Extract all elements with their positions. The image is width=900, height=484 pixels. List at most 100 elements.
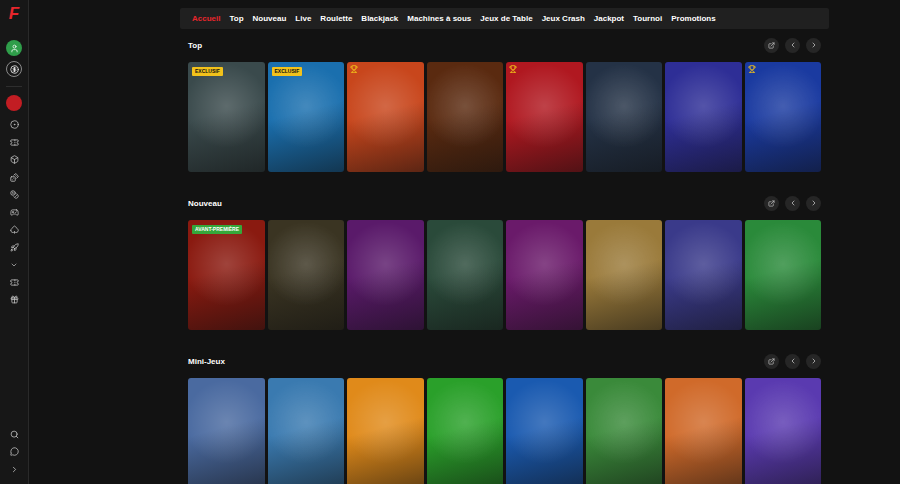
game-tile[interactable] [506, 62, 583, 172]
chevron-left-icon [789, 199, 797, 207]
game-tile[interactable] [586, 220, 663, 330]
nav-tab[interactable]: Jeux de Table [480, 9, 532, 28]
slots-icon [10, 155, 19, 164]
section-controls [764, 354, 821, 369]
brand-button[interactable] [6, 95, 22, 111]
next-button[interactable] [806, 354, 821, 369]
next-button[interactable] [806, 196, 821, 211]
nav-tab[interactable]: Live [295, 9, 311, 28]
game-tile[interactable] [427, 378, 504, 484]
game-section: Mini-Jeux [188, 352, 821, 484]
prev-button[interactable] [785, 196, 800, 211]
gift-icon [10, 295, 19, 304]
game-tile[interactable] [347, 378, 424, 484]
sections: Top EXCLUSIF EXCLUSIF Nouveau AVANT-PREMIÈRE… [180, 36, 829, 484]
nav-tab[interactable]: Tournoi [633, 9, 662, 28]
nav-tab[interactable]: Jackpot [594, 9, 624, 28]
game-tile[interactable] [745, 378, 822, 484]
trophy-icon [748, 65, 756, 73]
chevron-right-icon [810, 357, 818, 365]
roulette-icon [10, 120, 19, 129]
game-tile[interactable]: AVANT-PREMIÈRE [188, 220, 265, 330]
game-tile[interactable] [347, 220, 424, 330]
game-tile[interactable]: EXCLUSIF [188, 62, 265, 172]
logo[interactable]: F [9, 5, 19, 23]
sidebar-item[interactable] [6, 291, 22, 309]
game-tile[interactable] [427, 220, 504, 330]
search-icon [10, 430, 19, 439]
game-tile[interactable] [427, 62, 504, 172]
next-button[interactable] [806, 38, 821, 53]
main: Accueil Top Nouveau Live Roulette Blackjack Ma… [29, 0, 900, 484]
open-section-button[interactable] [764, 38, 779, 53]
prev-button[interactable] [785, 354, 800, 369]
chevron-left-icon [789, 357, 797, 365]
content: Accueil Top Nouveau Live Roulette Blackjack Ma… [180, 8, 829, 484]
game-section: Nouveau AVANT-PREMIÈRE [188, 194, 821, 330]
prev-button[interactable] [785, 38, 800, 53]
chevron-down-icon [10, 261, 18, 269]
chevron-right-icon [10, 465, 19, 474]
game-tile[interactable] [665, 378, 742, 484]
game-tile[interactable] [268, 378, 345, 484]
chat-button[interactable] [6, 443, 22, 461]
nav-tab[interactable]: Nouveau [253, 9, 287, 28]
game-tile[interactable] [665, 62, 742, 172]
section-controls [764, 38, 821, 53]
section-controls [764, 196, 821, 211]
sidebar-item[interactable] [6, 186, 22, 204]
section-header: Top [188, 36, 821, 54]
sidebar-item[interactable] [6, 116, 22, 134]
game-section: Top EXCLUSIF EXCLUSIF [188, 36, 821, 172]
game-tile[interactable] [188, 378, 265, 484]
nav-tab[interactable]: Blackjack [361, 9, 398, 28]
tile-badge: EXCLUSIF [272, 67, 303, 76]
account-button[interactable] [6, 40, 22, 56]
sidebar-bottom [6, 426, 22, 479]
dice-icon [10, 173, 19, 182]
open-section-button[interactable] [764, 354, 779, 369]
balance-button[interactable] [6, 61, 22, 77]
coin-icon [10, 65, 19, 74]
game-tile[interactable] [506, 378, 583, 484]
ticket-icon [10, 278, 19, 287]
sidebar-item[interactable] [6, 256, 22, 274]
game-tile[interactable] [586, 378, 663, 484]
sidebar-item[interactable] [6, 134, 22, 152]
sidebar-item[interactable] [6, 221, 22, 239]
sidebar-item[interactable] [6, 169, 22, 187]
nav-tab[interactable]: Roulette [320, 9, 352, 28]
section-header: Nouveau [188, 194, 821, 212]
game-tile[interactable]: EXCLUSIF [268, 62, 345, 172]
nav-tab[interactable]: Jeux Crash [542, 9, 585, 28]
tile-badge: AVANT-PREMIÈRE [192, 225, 242, 234]
game-tile[interactable] [268, 220, 345, 330]
game-tile[interactable] [347, 62, 424, 172]
chevron-right-icon [810, 41, 818, 49]
tile-row: AVANT-PREMIÈRE [188, 220, 821, 330]
external-link-icon [768, 200, 775, 207]
user-icon [10, 44, 19, 53]
sidebar-item[interactable] [6, 274, 22, 292]
nav-tab[interactable]: Machines à sous [407, 9, 471, 28]
game-tile[interactable] [745, 62, 822, 172]
sidebar-item[interactable] [6, 239, 22, 257]
nav-tab[interactable]: Promotions [671, 9, 715, 28]
nav-tab[interactable]: Top [229, 9, 243, 28]
game-tile[interactable] [665, 220, 742, 330]
trophy-icon [350, 65, 358, 73]
nav-tab[interactable]: Accueil [192, 9, 220, 28]
section-header: Mini-Jeux [188, 352, 821, 370]
table-games-icon [10, 208, 19, 217]
card-icon [10, 225, 19, 234]
sidebar-item[interactable] [6, 204, 22, 222]
search-button[interactable] [6, 426, 22, 444]
chat-icon [10, 447, 19, 456]
game-tile[interactable] [745, 220, 822, 330]
game-tile[interactable] [506, 220, 583, 330]
game-tile[interactable] [586, 62, 663, 172]
tile-row: EXCLUSIF EXCLUSIF [188, 62, 821, 172]
sidebar-item[interactable] [6, 151, 22, 169]
open-section-button[interactable] [764, 196, 779, 211]
expand-button[interactable] [6, 461, 22, 479]
